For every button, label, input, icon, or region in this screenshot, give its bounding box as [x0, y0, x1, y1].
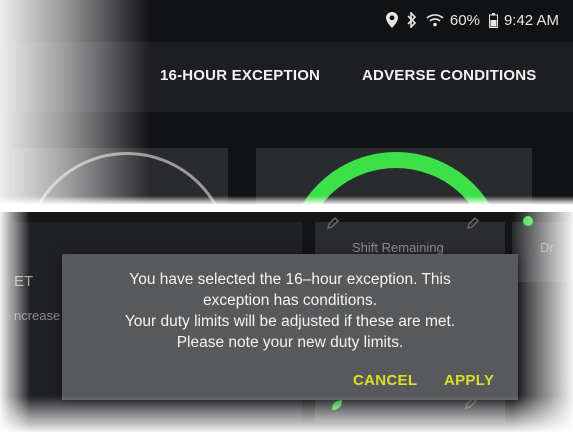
screen-glare: [0, 0, 150, 208]
battery-percent: 60%: [449, 11, 480, 29]
battery-icon: [488, 12, 498, 28]
cancel-button[interactable]: CANCEL: [353, 372, 417, 389]
apply-button[interactable]: APPLY: [444, 372, 494, 389]
dialog-message-line: Please note your new duty limits.: [176, 334, 404, 351]
status-time: 9:42 AM: [503, 11, 559, 29]
app-screen-top: 60% 9:42 AM 16-HOUR EXCEPTION ADVERSE CO…: [0, 0, 573, 208]
dialog-message: You have selected the 16–hour exception.…: [62, 269, 518, 353]
sixteen-hour-exception-button[interactable]: 16-HOUR EXCEPTION: [160, 67, 320, 84]
exception-dialog: You have selected the 16–hour exception.…: [62, 254, 518, 400]
adverse-conditions-button[interactable]: ADVERSE CONDITIONS: [362, 67, 536, 84]
location-pin-icon: [385, 12, 398, 28]
dialog-message-line: You have selected the 16–hour exception.…: [129, 271, 451, 288]
wifi-icon: [426, 13, 444, 27]
dialog-message-line: exception has conditions.: [202, 292, 378, 309]
bluetooth-icon: [407, 12, 417, 28]
edit-icon[interactable]: [466, 216, 480, 235]
dialog-message-line: Your duty limits will be adjusted if the…: [124, 313, 456, 330]
shift-remaining-label: Shift Remaining: [352, 240, 444, 255]
edit-icon[interactable]: [326, 216, 340, 235]
photo-vignette-bottom: [0, 396, 573, 432]
